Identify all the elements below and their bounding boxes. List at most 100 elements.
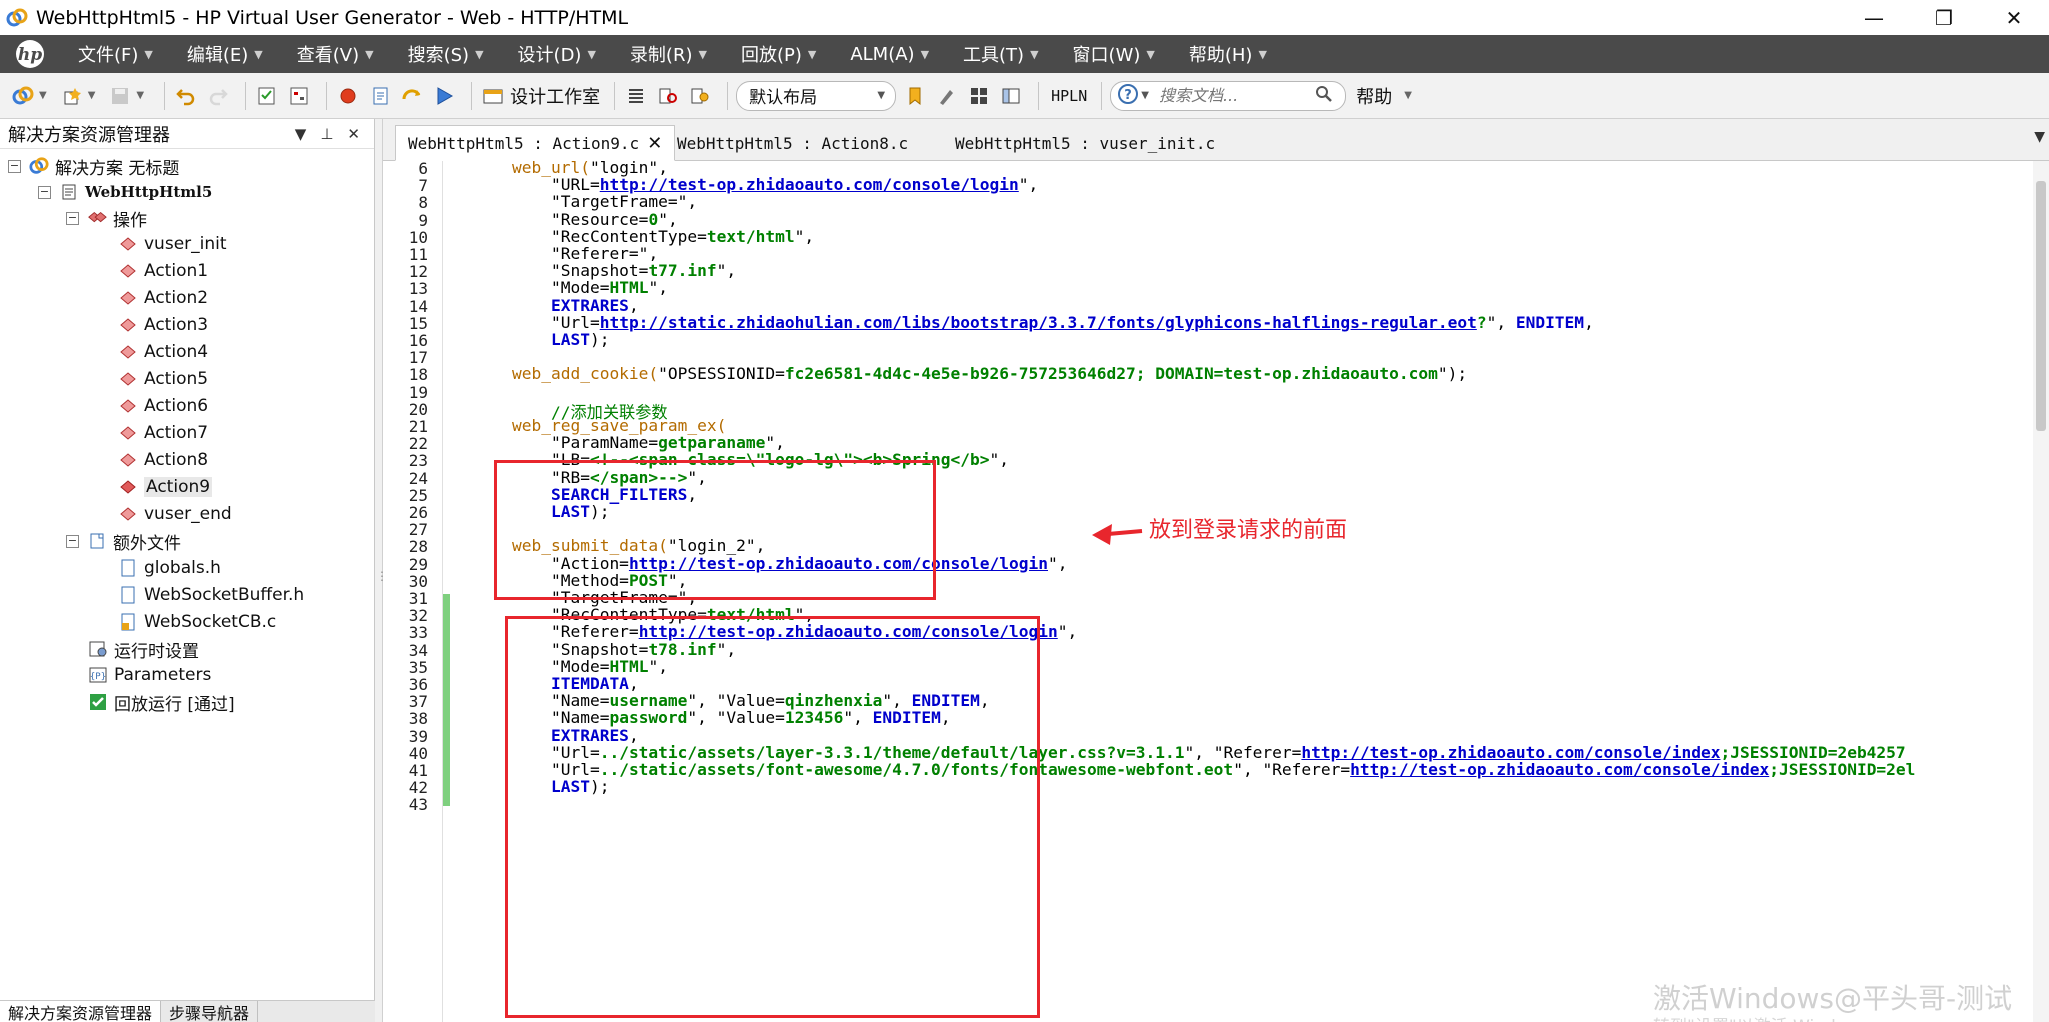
new-solution-button[interactable]: ▼: [10, 81, 53, 111]
tree-action-vuser-end[interactable]: vuser_end: [118, 501, 232, 527]
tab-action9[interactable]: WebHttpHtml5 : Action9.c ✕: [395, 125, 676, 161]
new-script-button[interactable]: ▼: [59, 81, 102, 111]
search-docs[interactable]: ? ▼: [1110, 80, 1347, 111]
tree-solution[interactable]: − 解决方案 无标题: [8, 153, 179, 179]
collapse-icon[interactable]: −: [8, 159, 21, 173]
pin-icon[interactable]: ⊥: [320, 125, 333, 143]
menu-bar: hp 文件(F) ▼ 编辑(E) ▼ 查看(V) ▼ 搜索(S) ▼ 设计(D) ▼ 录制…: [0, 35, 2049, 73]
minimize-button[interactable]: —: [1839, 0, 1909, 35]
close-icon[interactable]: ✕: [347, 125, 360, 143]
design-studio-button[interactable]: 设计工作室: [480, 81, 600, 111]
tree-file-globals[interactable]: globals.h: [118, 555, 221, 581]
line-number: 41: [408, 761, 428, 780]
menu-alm[interactable]: ALM(A) ▼: [850, 44, 929, 65]
chevron-down-icon: ▼: [254, 47, 263, 61]
tree-action-4[interactable]: Action4: [118, 339, 208, 365]
record-button[interactable]: [335, 81, 361, 111]
tree-action-1[interactable]: Action1: [118, 258, 208, 284]
tree-action-vuser-init[interactable]: vuser_init: [118, 231, 227, 257]
undo-button[interactable]: [173, 81, 199, 111]
code-token: "OPSESSIONID=: [658, 364, 785, 384]
line-number: 37: [408, 692, 428, 712]
runtime-settings-icon: [88, 639, 108, 659]
menu-window[interactable]: 窗口(W) ▼: [1073, 41, 1155, 67]
menu-view[interactable]: 查看(V) ▼: [297, 41, 374, 67]
compile-button[interactable]: [254, 81, 280, 111]
maximize-button[interactable]: ❐: [1909, 0, 1979, 35]
runtime-data-button[interactable]: [687, 81, 713, 111]
menu-search[interactable]: 搜索(S) ▼: [408, 41, 484, 67]
tree-action-2[interactable]: Action2: [118, 285, 208, 311]
tree-runtime-settings[interactable]: 运行时设置: [88, 636, 199, 662]
panel-menu-icon[interactable]: ▼: [295, 125, 307, 143]
file-icon: [118, 558, 138, 578]
scrollbar-thumb[interactable]: [2036, 181, 2046, 431]
code-token: getparaname: [658, 433, 766, 453]
menu-file[interactable]: 文件(F) ▼: [78, 41, 153, 67]
window-layout-button[interactable]: [998, 81, 1024, 111]
tree-action-5[interactable]: Action5: [118, 366, 208, 392]
grid-view-button[interactable]: [966, 81, 992, 111]
search-icon[interactable]: [1315, 85, 1333, 107]
code-editor: WebHttpHtml5 : Action9.c ✕ WebHttpHtml5 …: [383, 119, 2049, 1022]
tree-action-label: Action4: [144, 342, 209, 362]
tree-action-7[interactable]: Action7: [118, 420, 208, 446]
bookmark-button[interactable]: [902, 81, 928, 111]
menu-record[interactable]: 录制(R) ▼: [630, 41, 707, 67]
layout-select[interactable]: 默认布局 ▼: [736, 80, 897, 111]
panel-splitter[interactable]: ⋮: [375, 119, 388, 1022]
show-steps-button[interactable]: [623, 81, 649, 111]
collapse-icon[interactable]: −: [66, 534, 79, 548]
list-icon: [623, 83, 649, 109]
tree-action-9[interactable]: Action9: [118, 474, 213, 500]
tab-action8[interactable]: WebHttpHtml5 : Action8.c: [665, 125, 920, 161]
line-number: 34: [408, 640, 428, 660]
menu-design[interactable]: 设计(D) ▼: [518, 41, 596, 67]
help-button[interactable]: 帮助 ▼: [1352, 81, 1418, 111]
tab-solution-explorer[interactable]: 解决方案资源管理器: [0, 1001, 162, 1022]
tree-action-6[interactable]: Action6: [118, 393, 208, 419]
tree-file-websocketcb[interactable]: WebSocketCB.c: [118, 609, 276, 635]
close-window-button[interactable]: ✕: [1979, 0, 2049, 35]
chevron-down-icon: ▼: [144, 47, 153, 61]
collapse-icon[interactable]: −: [38, 185, 51, 199]
collapse-icon[interactable]: −: [66, 211, 79, 225]
regenerate-button[interactable]: [367, 81, 393, 111]
action-icon: [118, 234, 138, 254]
line-number: 38: [408, 709, 428, 729]
tree-actions-folder[interactable]: − 操作: [66, 205, 147, 231]
tree-action-3[interactable]: Action3: [118, 312, 208, 338]
close-tab-icon[interactable]: ✕: [647, 133, 662, 154]
highlight-box-submit: [505, 616, 1040, 1018]
tree-extra-files-folder[interactable]: − 额外文件: [66, 528, 181, 554]
pen-tool-button[interactable]: [934, 81, 960, 111]
replay-button[interactable]: [431, 81, 457, 111]
properties-button[interactable]: [286, 81, 312, 111]
code-token: "Referer=: [1262, 760, 1351, 779]
code-token: web_reg_save_param_ex(: [473, 416, 727, 435]
redo-button[interactable]: [205, 81, 231, 111]
tree-script[interactable]: − WebHttpHtml5: [38, 179, 212, 205]
hpln-button[interactable]: HPLN: [1047, 81, 1087, 111]
help-circle-icon: ?: [1117, 83, 1139, 109]
tree-action-8[interactable]: Action8: [118, 447, 208, 473]
menu-edit[interactable]: 编辑(E) ▼: [187, 41, 263, 67]
menu-tools[interactable]: 工具(T) ▼: [963, 41, 1039, 67]
tab-step-navigator[interactable]: 步骤导航器: [161, 1001, 259, 1022]
search-docs-box[interactable]: ? ▼: [1110, 80, 1347, 111]
replay-step-button[interactable]: [399, 81, 425, 111]
line-number: 7: [418, 176, 428, 196]
menu-replay[interactable]: 回放(P) ▼: [741, 41, 816, 67]
tree-replay-run[interactable]: 回放运行 [通过]: [88, 689, 235, 715]
code-token: "Mode=: [473, 278, 610, 298]
layout-select-box[interactable]: 默认布局 ▼: [736, 80, 897, 111]
snapshot-button[interactable]: [655, 81, 681, 111]
tab-overflow-icon[interactable]: ▼: [2034, 129, 2045, 145]
menu-help[interactable]: 帮助(H) ▼: [1189, 41, 1267, 67]
tree-parameters[interactable]: {P} Parameters: [88, 662, 211, 688]
save-button[interactable]: ▼: [107, 81, 150, 111]
search-docs-input[interactable]: [1158, 82, 1309, 109]
tab-vuser-init[interactable]: WebHttpHtml5 : vuser_init.c: [943, 125, 1227, 161]
tree-file-websocketbuffer[interactable]: WebSocketBuffer.h: [118, 582, 304, 608]
vertical-scrollbar[interactable]: [2033, 161, 2049, 1022]
